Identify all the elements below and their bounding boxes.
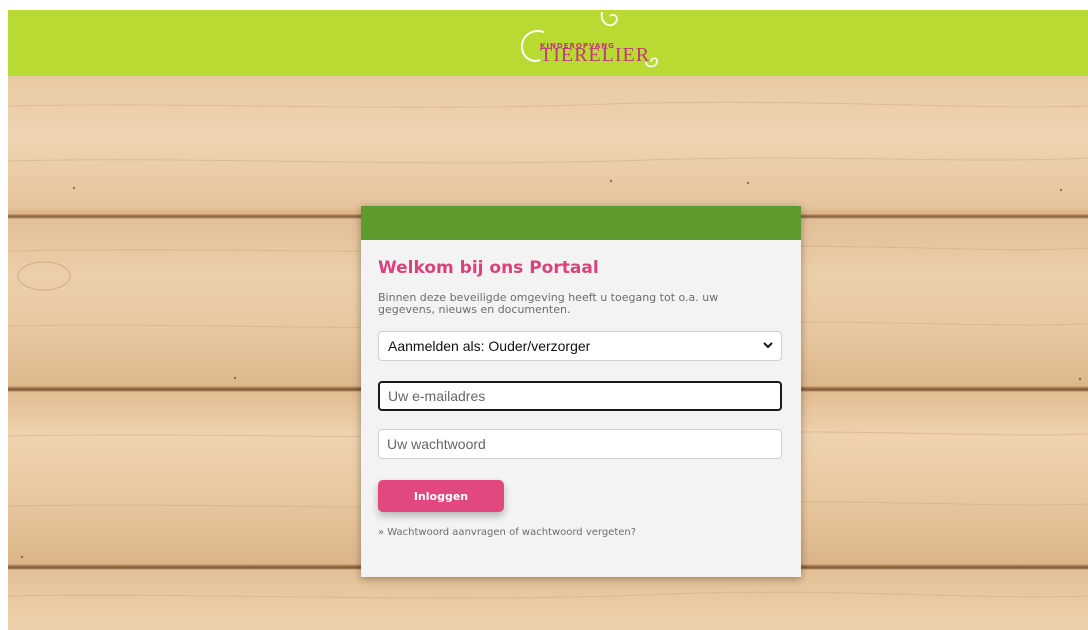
email-field[interactable] — [378, 381, 782, 411]
login-card-body: Welkom bij ons Portaal Binnen deze bevei… — [361, 240, 801, 538]
login-intro-text: Binnen deze beveiligde omgeving heeft u … — [378, 291, 719, 316]
chevron-down-icon — [763, 342, 773, 349]
role-select[interactable]: Aanmelden als: Ouder/verzorger — [378, 331, 782, 361]
role-select-value: Aanmelden als: Ouder/verzorger — [388, 338, 591, 354]
top-bar: KINDEROPVANG TIERELIER — [8, 10, 1088, 76]
swirl-logo-icon — [600, 11, 618, 27]
forgot-password-link[interactable]: » Wachtwoord aanvragen of wachtwoord ver… — [378, 527, 784, 538]
brand-logo[interactable]: KINDEROPVANG TIERELIER — [518, 11, 678, 74]
login-button[interactable]: Inloggen — [378, 480, 504, 512]
login-card: Welkom bij ons Portaal Binnen deze bevei… — [361, 206, 801, 577]
logo-wordmark: TIERELIER — [540, 44, 651, 66]
password-field[interactable] — [378, 429, 782, 459]
login-card-header — [361, 206, 801, 240]
login-title: Welkom bij ons Portaal — [378, 258, 599, 278]
